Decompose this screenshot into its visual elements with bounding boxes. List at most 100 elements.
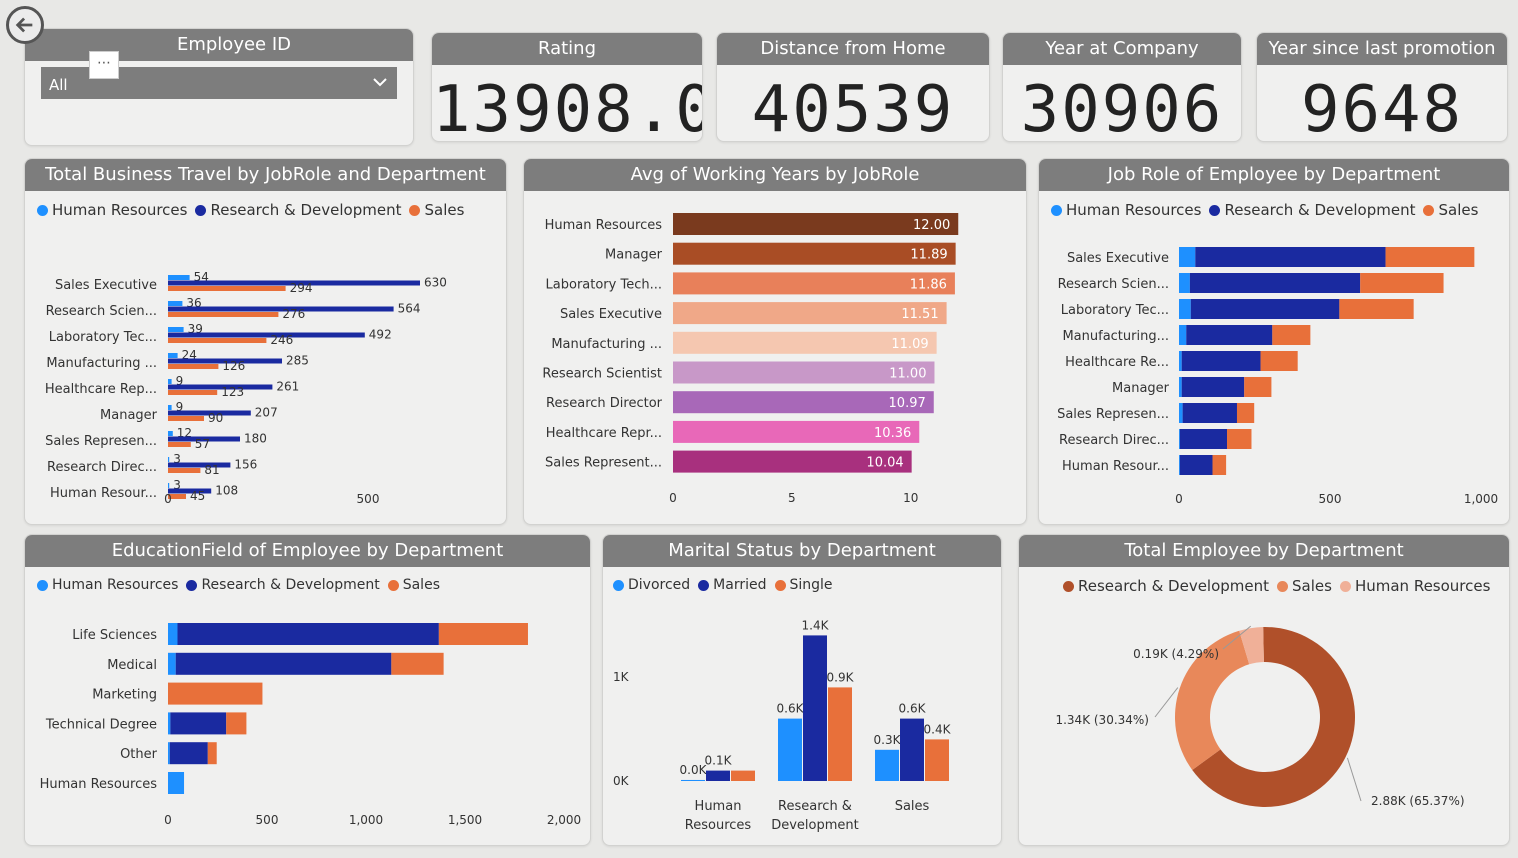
bar-segment-1[interactable] [1186, 325, 1273, 345]
bar-segment-1[interactable] [1181, 351, 1261, 371]
bar-1[interactable] [168, 306, 394, 312]
bar-segment-2[interactable] [1212, 455, 1227, 475]
tick-label: 1,000 [349, 813, 383, 827]
data-label: 156 [234, 458, 257, 472]
data-label: 1.4K [802, 618, 830, 632]
bar-segment-2[interactable] [168, 682, 263, 705]
bar-segment-0[interactable] [1179, 273, 1190, 293]
tick-label: 10 [903, 491, 918, 505]
bar-segment-2[interactable] [1244, 377, 1272, 397]
marital-chart[interactable]: 0K 1K 0.0K0.1K Human Resources 0.6K 1.4K 0.9K Re… [603, 567, 1002, 846]
bar-segment-0[interactable] [1179, 351, 1182, 371]
bar-segment-2[interactable] [207, 742, 217, 765]
bar-0[interactable] [681, 779, 705, 781]
bar-segment-0[interactable] [168, 772, 185, 794]
bar-2[interactable] [168, 312, 279, 317]
bar-2[interactable] [168, 390, 218, 395]
bar-segment-1[interactable] [1195, 247, 1386, 267]
travel-chart[interactable]: Sales Executive54 630294Research Scien...… [25, 191, 507, 525]
bar-0[interactable] [168, 353, 178, 358]
bar-segment-2[interactable] [1385, 247, 1475, 267]
bar-2[interactable] [168, 468, 201, 473]
bar-segment-1[interactable] [1179, 429, 1228, 449]
bar-0[interactable] [168, 483, 170, 488]
bar-segment-2[interactable] [1339, 299, 1414, 319]
bar-segment-1[interactable] [1179, 455, 1213, 475]
data-label: 0.19K (4.29%) [1133, 647, 1219, 661]
bar-0[interactable] [168, 457, 170, 462]
bar-0[interactable] [168, 379, 172, 384]
bar-2[interactable] [731, 770, 755, 781]
bar-2[interactable] [925, 739, 949, 781]
bar-segment-1[interactable] [177, 623, 439, 645]
bar-segment-2[interactable] [1236, 403, 1255, 423]
bar-segment-1[interactable] [169, 742, 208, 765]
category-label: Other [120, 747, 158, 762]
bar-1[interactable] [168, 384, 273, 390]
bar-segment-2[interactable] [1227, 429, 1252, 449]
bar-segment-0[interactable] [168, 742, 170, 765]
bar-segment-0[interactable] [1179, 325, 1187, 345]
bar-segment-2[interactable] [1272, 325, 1311, 345]
bar-0[interactable] [168, 275, 190, 280]
bar-2[interactable] [168, 364, 219, 369]
bar-segment-2[interactable] [1360, 273, 1444, 293]
bar-segment-1[interactable] [1181, 377, 1245, 397]
category-label: Technical Degree [45, 717, 157, 732]
bar-2[interactable] [828, 687, 852, 781]
more-options-button[interactable]: ⋯ [89, 51, 119, 79]
bar-2[interactable] [168, 416, 204, 421]
bar-segment-0[interactable] [1179, 299, 1191, 319]
education-chart[interactable]: Life Sciences Medical Marketing Technical D… [25, 567, 591, 846]
bar-segment-2[interactable] [391, 652, 444, 675]
bar-0[interactable] [778, 718, 802, 781]
bar-segment-1[interactable] [1189, 273, 1361, 293]
bar-segment-1[interactable] [170, 712, 227, 735]
bar-segment-1[interactable] [1190, 299, 1340, 319]
bar-segment-0[interactable] [168, 712, 171, 735]
tick-label: 0 [164, 492, 172, 506]
kpi-title: Year since last promotion [1257, 33, 1507, 65]
data-label: 246 [270, 333, 293, 347]
back-button[interactable] [6, 6, 44, 44]
tick-label: 1,000 [1464, 492, 1498, 506]
bar-2[interactable] [168, 286, 286, 291]
bar-0[interactable] [875, 749, 899, 781]
data-label: 207 [255, 406, 278, 420]
data-label: 81 [204, 463, 219, 477]
jobrole-chart[interactable]: Sales Executive Research Scien... Laborato… [1039, 191, 1510, 525]
leader-line[interactable] [1346, 757, 1362, 802]
bar-segment-0[interactable] [1179, 403, 1183, 423]
bar-1[interactable] [168, 462, 231, 468]
working-years-chart[interactable]: Human Resources 12.00 Manager 11.89 Laborato… [524, 191, 1027, 525]
kpi-value: 30906 [1020, 73, 1224, 142]
bar-segment-2[interactable] [226, 712, 247, 735]
category-label: Research & [778, 799, 852, 814]
bar-segment-0[interactable] [1179, 455, 1180, 475]
bar-segment-2[interactable] [438, 623, 528, 645]
bar-segment-0[interactable] [1179, 247, 1196, 267]
bar-1[interactable] [900, 718, 924, 781]
bar-segment-0[interactable] [1179, 429, 1180, 449]
category-label: Research Scientist [542, 367, 662, 382]
category-label: Human Resour... [50, 486, 157, 501]
bar-1[interactable] [706, 770, 730, 781]
total-employee-donut[interactable]: 2.88K (65.37%) 1.34K (30.34%) 0.19K (4.29%… [1019, 567, 1510, 846]
bar-1[interactable] [168, 332, 365, 338]
bar-segment-0[interactable] [168, 623, 178, 645]
working-years-card: Avg of Working Years by JobRole Human Re… [523, 158, 1027, 525]
bar-segment-1[interactable] [1182, 403, 1237, 423]
bar-2[interactable] [168, 442, 191, 447]
bar-0[interactable] [168, 301, 183, 306]
kpi-title: Rating [432, 33, 702, 65]
bar-segment-2[interactable] [1260, 351, 1298, 371]
bar-2[interactable] [168, 338, 267, 343]
bar-segment-1[interactable] [175, 652, 392, 675]
bar-1[interactable] [803, 635, 827, 781]
bar-0[interactable] [168, 405, 172, 410]
leader-line[interactable] [1154, 687, 1179, 718]
bar-0[interactable] [168, 327, 184, 332]
bar-segment-0[interactable] [1179, 377, 1182, 397]
bar-segment-0[interactable] [168, 652, 176, 675]
bar-0[interactable] [168, 431, 173, 436]
